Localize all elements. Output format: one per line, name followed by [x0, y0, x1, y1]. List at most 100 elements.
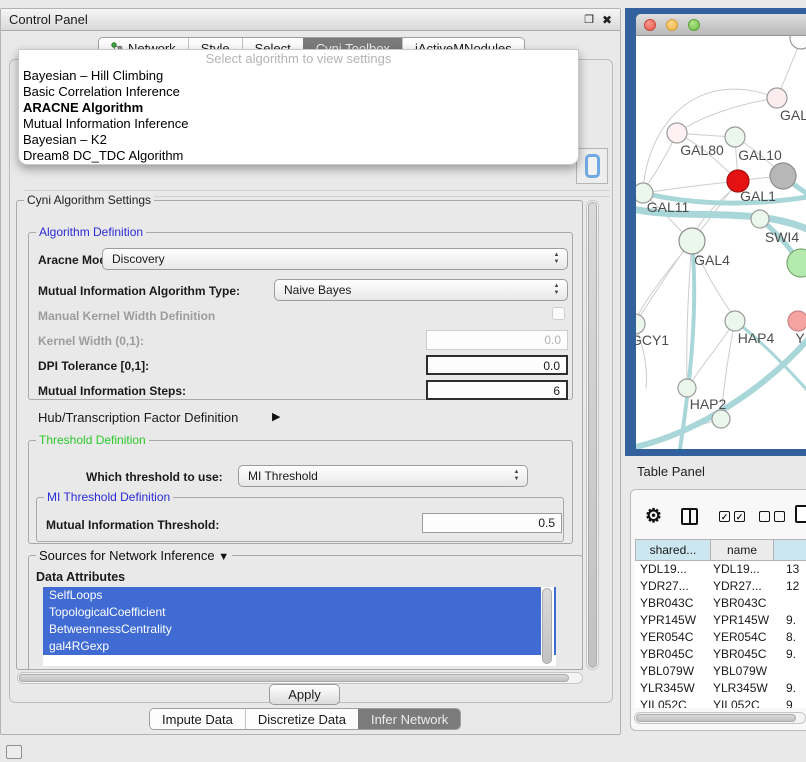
node-HAP2[interactable] [678, 379, 696, 397]
column-header[interactable] [774, 539, 806, 561]
table-cell[interactable]: YIL052C [635, 697, 711, 708]
algorithm-option[interactable]: Basic Correlation Inference [19, 84, 578, 100]
node[interactable] [788, 311, 806, 331]
mac-minimize-button[interactable] [666, 19, 678, 31]
settings-vscroll-thumb[interactable] [588, 202, 597, 668]
algorithm-option[interactable]: Mutual Information Inference [19, 116, 578, 132]
table-cell[interactable]: 9. [778, 612, 796, 629]
table-cell[interactable]: YDL19... [711, 561, 778, 578]
manual-kernel-width-checkbox[interactable] [552, 307, 565, 320]
table-cell[interactable]: 12 [778, 578, 799, 595]
table-cell[interactable]: YBR043C [635, 595, 711, 612]
aracne-mode-select[interactable]: Discovery ▲▼ [102, 248, 568, 270]
table-cell[interactable] [778, 663, 786, 680]
table-row[interactable]: YBR045CYBR045C9. [635, 646, 806, 663]
table-row[interactable]: YDR27...YDR27...12 [635, 578, 806, 595]
table-row[interactable]: YER054CYER054C8. [635, 629, 806, 646]
data-attributes-list[interactable]: SelfLoopsTopologicalCoefficientBetweenne… [43, 587, 556, 666]
apply-button[interactable]: Apply [269, 684, 340, 705]
network-canvas[interactable]: GALGAL80GAL10GAL1GAL11SWI4GAL4GCY1HAP4YH… [636, 36, 806, 449]
table-cell[interactable]: YDL19... [635, 561, 711, 578]
node[interactable] [770, 163, 796, 189]
mac-zoom-button[interactable] [688, 19, 700, 31]
table-cell[interactable]: YBR043C [711, 595, 778, 612]
node-GAL10[interactable] [725, 127, 745, 147]
sources-title[interactable]: Sources for Network Inference ▼ [36, 549, 232, 564]
table-hscroll-thumb[interactable] [636, 714, 796, 722]
table-cell[interactable]: YBL079W [635, 663, 711, 680]
which-threshold-select[interactable]: MI Threshold ▲▼ [238, 465, 528, 487]
attributes-scrollbar[interactable] [541, 587, 554, 666]
column-header[interactable]: name [711, 539, 774, 561]
table-cell[interactable]: YBR045C [635, 646, 711, 663]
settings-hscroll-thumb[interactable] [19, 674, 569, 682]
table-cell[interactable]: YIL052C [711, 697, 778, 708]
node[interactable] [790, 36, 806, 49]
table-cell[interactable]: YDR27... [635, 578, 711, 595]
table-cell[interactable]: YER054C [711, 629, 778, 646]
table-cell[interactable]: YBR045C [711, 646, 778, 663]
mi-algorithm-type-select[interactable]: Naive Bayes ▲▼ [274, 279, 568, 301]
table-cell[interactable]: 9. [778, 680, 796, 697]
table-cell[interactable]: 8. [778, 629, 796, 646]
table-row[interactable]: YPR145WYPR145W9. [635, 612, 806, 629]
checkbox-checked-icon[interactable]: ✓ [719, 511, 730, 522]
checkbox-unchecked-icon[interactable] [774, 511, 785, 522]
node-GCY1[interactable] [636, 314, 645, 334]
mi-steps-field[interactable]: 6 [426, 380, 568, 400]
table-cell[interactable]: YPR145W [711, 612, 778, 629]
mi-threshold-field[interactable]: 0.5 [422, 513, 562, 533]
bottom-tab-impute-data[interactable]: Impute Data [150, 709, 245, 729]
algorithm-option[interactable]: Dream8 DC_TDC Algorithm [19, 148, 578, 164]
table-hscrollbar[interactable] [634, 712, 806, 724]
dpi-tolerance-field[interactable]: 0.0 [426, 355, 568, 375]
algorithm-option[interactable]: Bayesian – K2 [19, 132, 578, 148]
bottom-tab-discretize-data[interactable]: Discretize Data [245, 709, 358, 729]
table-cell[interactable] [778, 595, 786, 612]
node-GAL80[interactable] [667, 123, 687, 143]
collapsed-panel-icon[interactable] [6, 745, 22, 759]
attribute-item[interactable]: gal4RGexp [43, 638, 556, 655]
table-cell[interactable]: 13 [778, 561, 799, 578]
table-row[interactable]: YBL079WYBL079W [635, 663, 806, 680]
expand-arrow-icon[interactable]: ▶ [272, 410, 280, 423]
table-cell[interactable]: 9 [778, 697, 793, 708]
column-header[interactable]: shared... [635, 539, 711, 561]
control-panel-titlebar[interactable]: Control Panel ❐ ✖ [1, 9, 620, 31]
checkbox-checked-icon[interactable]: ✓ [734, 511, 745, 522]
table-row[interactable]: YBR043CYBR043C [635, 595, 806, 612]
table-cell[interactable]: YDR27... [711, 578, 778, 595]
kernel-width-field[interactable]: 0.0 [426, 330, 568, 350]
node-HAP4[interactable] [725, 311, 745, 331]
float-panel-icon[interactable]: ❐ [584, 13, 594, 26]
table-cell[interactable]: YLR345W [635, 680, 711, 697]
mac-close-button[interactable] [644, 19, 656, 31]
hub-definition-label[interactable]: Hub/Transcription Factor Definition [38, 410, 238, 425]
algorithm-option[interactable]: Bayesian – Hill Climbing [19, 68, 578, 84]
table-cell[interactable]: YLR345W [711, 680, 778, 697]
bottom-tab-infer-network[interactable]: Infer Network [358, 709, 460, 729]
gear-icon[interactable]: ⚙ [645, 505, 662, 528]
table-row[interactable]: YLR345WYLR345W9. [635, 680, 806, 697]
attribute-item[interactable]: SelfLoops [43, 587, 556, 604]
table-row[interactable]: YDL19...YDL19...13 [635, 561, 806, 578]
network-window-titlebar[interactable] [636, 14, 806, 36]
attribute-item[interactable]: TopologicalCoefficient [43, 604, 556, 621]
attributes-scroll-thumb[interactable] [542, 588, 552, 664]
table-cell[interactable]: YBL079W [711, 663, 778, 680]
node-SWI4[interactable] [751, 210, 769, 228]
split-columns-icon[interactable] [681, 508, 698, 525]
settings-hscrollbar[interactable] [17, 672, 583, 684]
table-cell[interactable]: YER054C [635, 629, 711, 646]
close-panel-icon[interactable]: ✖ [602, 13, 612, 27]
node[interactable] [767, 88, 787, 108]
node-GAL4[interactable] [679, 228, 705, 254]
algorithm-option[interactable]: ARACNE Algorithm [19, 100, 578, 116]
checkbox-unchecked-icon[interactable] [759, 511, 770, 522]
settings-vscrollbar[interactable] [586, 200, 599, 670]
table-row[interactable]: YIL052CYIL052C9 [635, 697, 806, 708]
node[interactable] [712, 410, 730, 428]
table-cell[interactable]: 9. [778, 646, 796, 663]
document-icon[interactable] [795, 505, 806, 523]
attribute-item[interactable]: BetweennessCentrality [43, 621, 556, 638]
